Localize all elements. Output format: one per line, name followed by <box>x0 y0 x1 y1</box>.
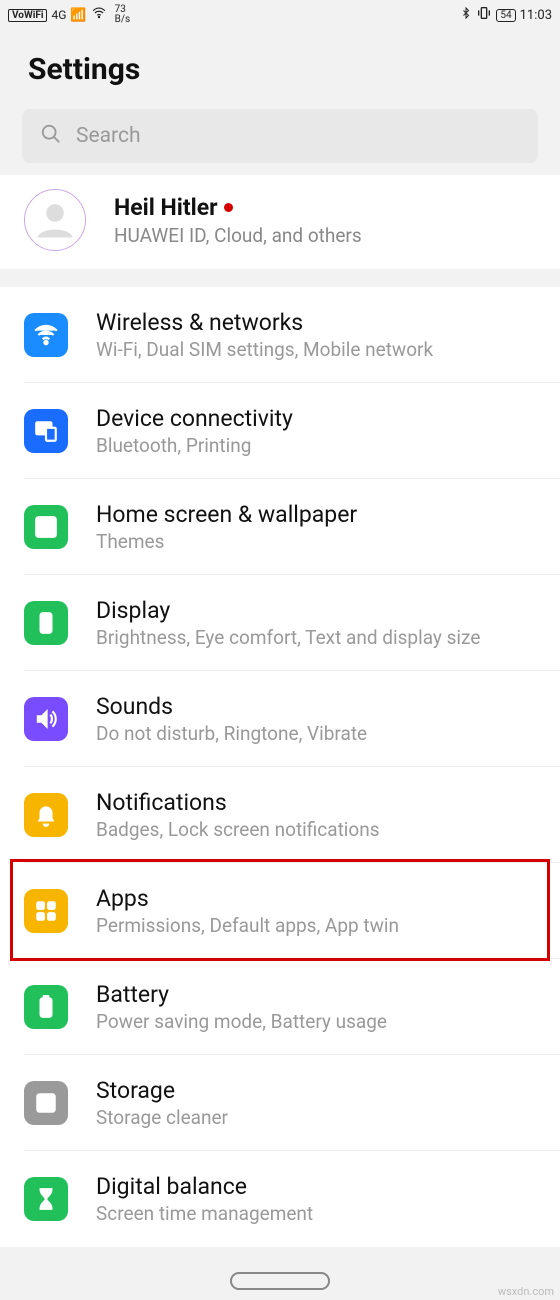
item-title: Wireless & networks <box>96 309 546 336</box>
status-right: 54 11:03 <box>460 5 552 25</box>
item-title: Battery <box>96 981 546 1008</box>
settings-item-wallpaper[interactable]: Home screen & wallpaperThemes <box>24 479 560 575</box>
item-subtitle: Do not disturb, Ringtone, Vibrate <box>96 722 546 745</box>
settings-item-wifi[interactable]: Wireless & networksWi-Fi, Dual SIM setti… <box>24 287 560 383</box>
page-title: Settings <box>0 30 560 109</box>
item-title: Storage <box>96 1077 546 1104</box>
item-title: Device connectivity <box>96 405 546 432</box>
devices-icon <box>24 409 68 453</box>
battery-icon <box>24 985 68 1029</box>
nav-home-pill[interactable] <box>230 1272 330 1290</box>
item-subtitle: Themes <box>96 530 546 553</box>
item-subtitle: Power saving mode, Battery usage <box>96 1010 546 1033</box>
item-subtitle: Screen time management <box>96 1202 546 1225</box>
vibrate-icon <box>476 5 492 25</box>
item-subtitle: Wi-Fi, Dual SIM settings, Mobile network <box>96 338 546 361</box>
account-subtitle: HUAWEI ID, Cloud, and others <box>114 224 362 247</box>
settings-item-storage[interactable]: StorageStorage cleaner <box>24 1055 560 1151</box>
wallpaper-icon <box>24 505 68 549</box>
vowifi-indicator: VoWiFi <box>8 9 47 22</box>
item-subtitle: Bluetooth, Printing <box>96 434 546 457</box>
hourglass-icon <box>24 1177 68 1221</box>
settings-item-devices[interactable]: Device connectivityBluetooth, Printing <box>24 383 560 479</box>
watermark: wsxdn.com <box>498 1285 554 1298</box>
item-title: Notifications <box>96 789 546 816</box>
search-icon <box>40 123 62 149</box>
data-speed: 73 B/s <box>111 5 131 25</box>
settings-item-battery[interactable]: BatteryPower saving mode, Battery usage <box>24 959 560 1055</box>
settings-item-sound[interactable]: SoundsDo not disturb, Ringtone, Vibrate <box>24 671 560 767</box>
wifi-icon <box>91 6 107 24</box>
avatar <box>24 189 86 251</box>
item-title: Home screen & wallpaper <box>96 501 546 528</box>
settings-list: Wireless & networksWi-Fi, Dual SIM setti… <box>0 287 560 1247</box>
settings-item-hourglass[interactable]: Digital balanceScreen time management <box>24 1151 560 1247</box>
settings-item-bell[interactable]: NotificationsBadges, Lock screen notific… <box>24 767 560 863</box>
battery-indicator: 54 <box>496 9 515 22</box>
signal-icon: 📶 <box>70 8 86 23</box>
clock: 11:03 <box>520 8 552 23</box>
item-title: Digital balance <box>96 1173 546 1200</box>
bluetooth-icon <box>460 5 472 25</box>
item-title: Sounds <box>96 693 546 720</box>
account-name: Heil Hitler <box>114 194 362 221</box>
item-title: Display <box>96 597 546 624</box>
network-type: 4G <box>51 8 66 22</box>
item-subtitle: Badges, Lock screen notifications <box>96 818 546 841</box>
bell-icon <box>24 793 68 837</box>
item-subtitle: Brightness, Eye comfort, Text and displa… <box>96 626 546 649</box>
search-placeholder: Search <box>76 124 141 148</box>
settings-item-display[interactable]: DisplayBrightness, Eye comfort, Text and… <box>24 575 560 671</box>
status-left: VoWiFi 4G 📶 73 B/s <box>8 5 130 25</box>
item-subtitle: Storage cleaner <box>96 1106 546 1129</box>
display-icon <box>24 601 68 645</box>
notification-dot <box>224 203 233 212</box>
storage-icon <box>24 1081 68 1125</box>
status-bar: VoWiFi 4G 📶 73 B/s 54 11:03 <box>0 0 560 30</box>
account-row[interactable]: Heil Hitler HUAWEI ID, Cloud, and others <box>0 175 560 269</box>
sound-icon <box>24 697 68 741</box>
search-input[interactable]: Search <box>22 109 538 163</box>
wifi-icon <box>24 313 68 357</box>
highlight-box <box>10 859 550 961</box>
